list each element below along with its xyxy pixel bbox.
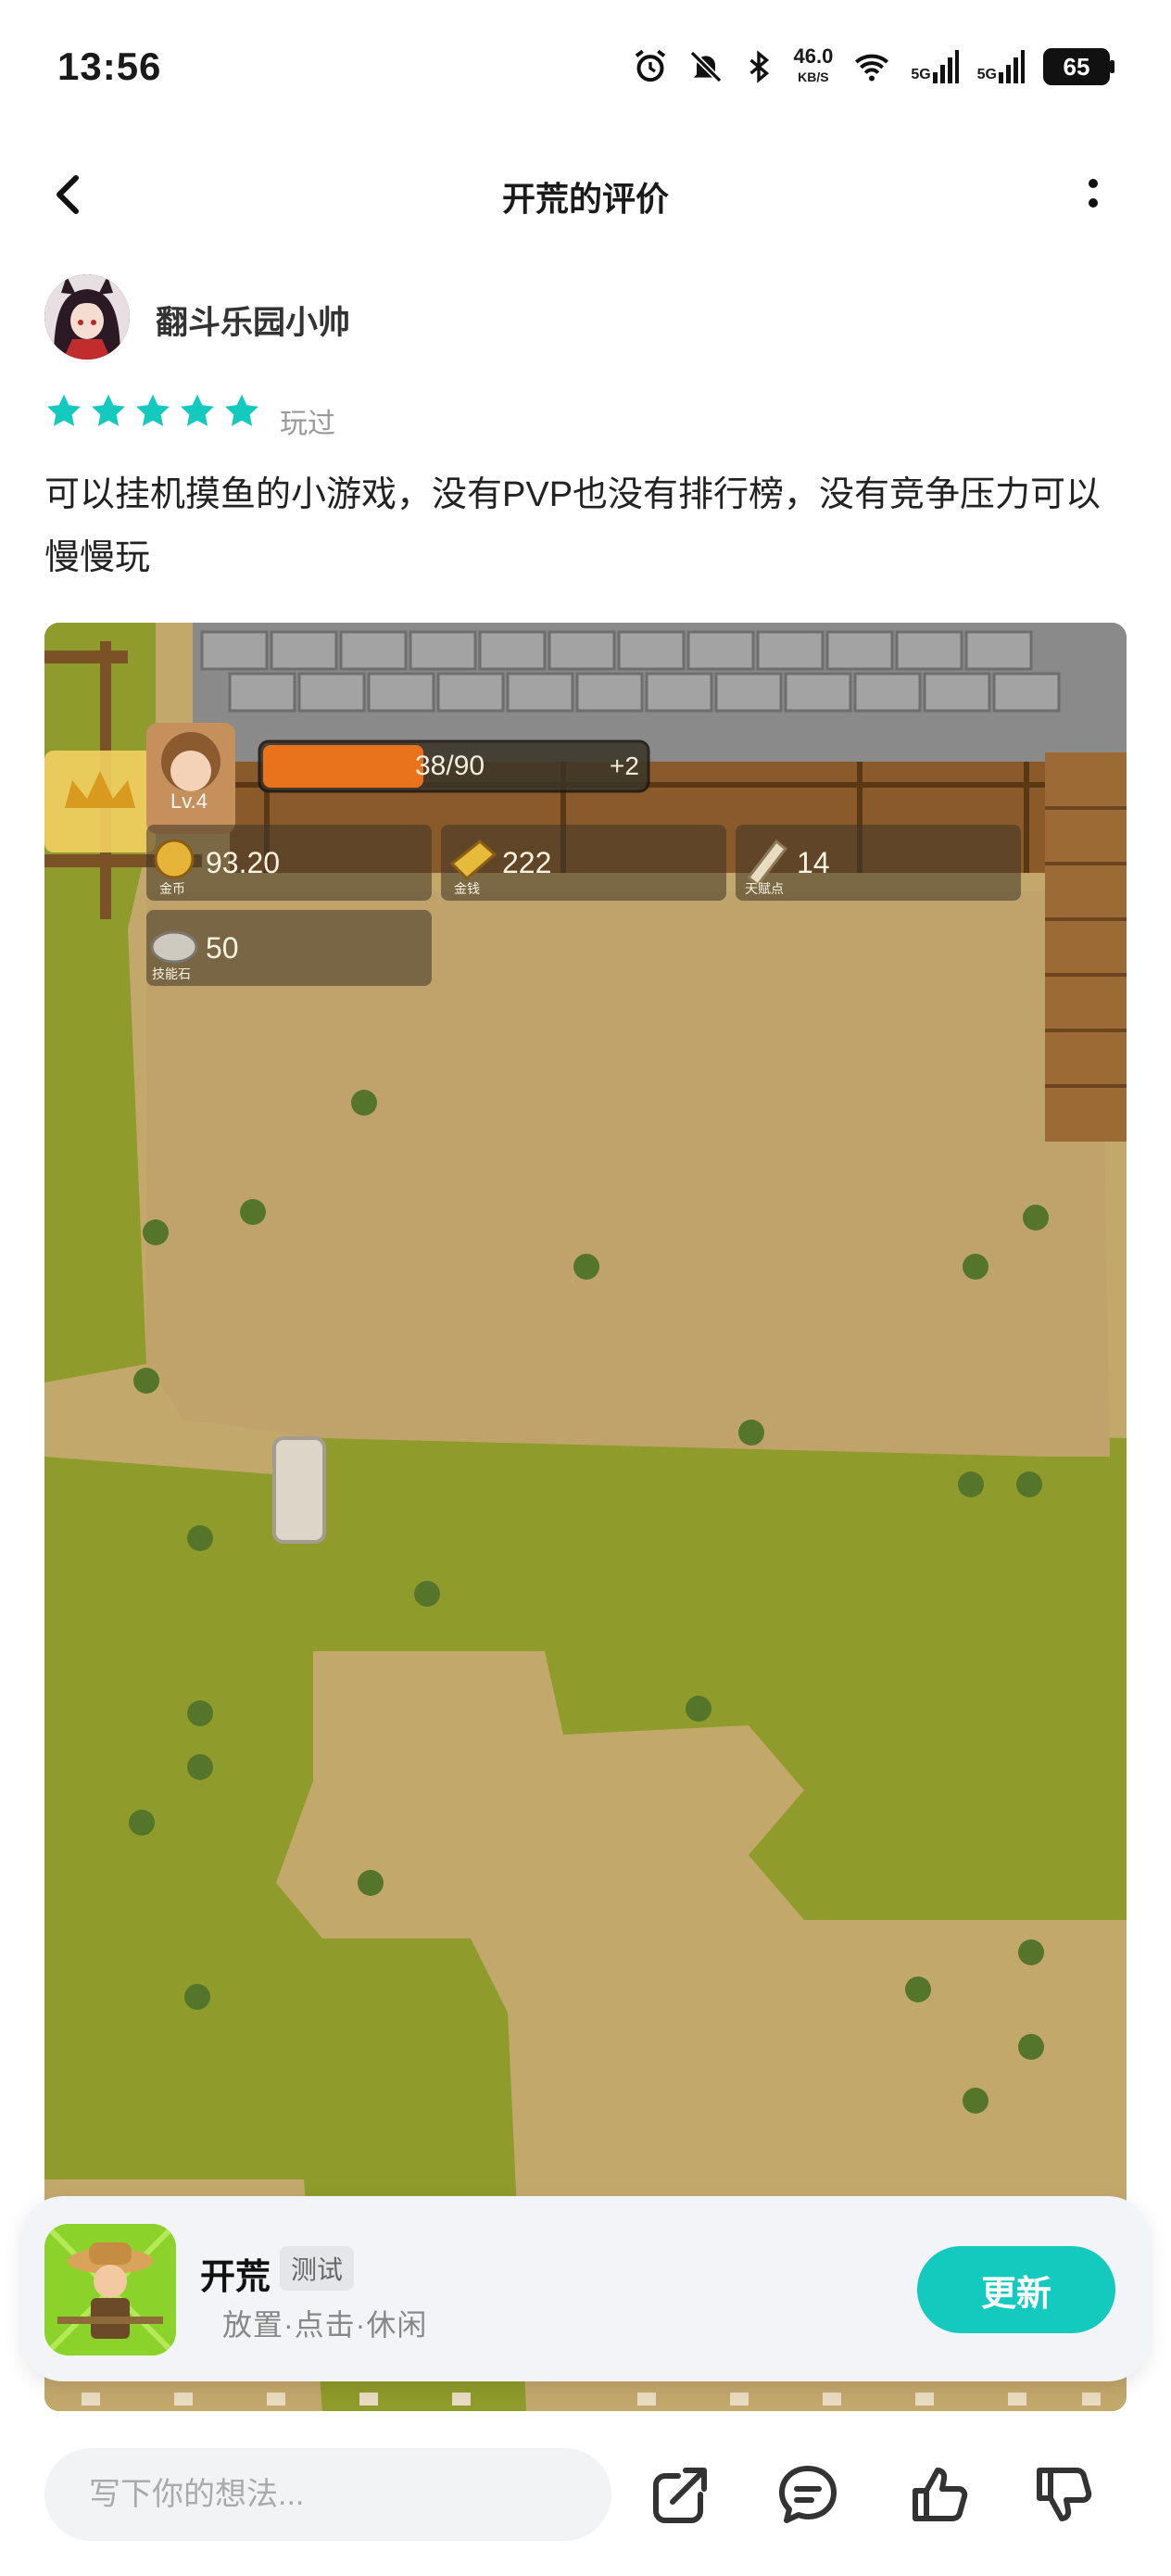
share-icon xyxy=(653,2468,707,2523)
like-button[interactable] xyxy=(904,2459,975,2530)
comment-bubble-icon xyxy=(779,2466,837,2523)
signal-2: 5G xyxy=(977,50,1025,83)
mute-bell-icon xyxy=(690,50,723,83)
gold-label: 金钱 xyxy=(454,881,480,896)
xp-text: 38/90 xyxy=(415,751,485,781)
avatar[interactable] xyxy=(44,274,130,360)
alarm-icon xyxy=(636,49,666,82)
thumbs-up-icon xyxy=(913,2468,968,2521)
wifi-icon xyxy=(855,54,889,82)
played-status: 玩过 xyxy=(280,409,335,439)
dislike-button[interactable] xyxy=(1028,2459,1099,2530)
app-icon[interactable] xyxy=(44,2224,176,2355)
comment-button[interactable] xyxy=(773,2459,843,2530)
app-name: 开荒 xyxy=(200,2258,271,2297)
talent-label: 天赋点 xyxy=(745,881,784,896)
coins-value: 93.20 xyxy=(206,846,280,879)
thumbs-down-icon xyxy=(1037,2468,1092,2521)
stone-label: 技能石 xyxy=(152,966,191,981)
rating-stars xyxy=(44,393,261,430)
star-icon xyxy=(225,394,258,426)
comment-input[interactable] xyxy=(44,2448,611,2541)
game-scene: Lv.4 38/90 +2 93.20 金币 222 金钱 14 天赋点 50 … xyxy=(44,623,1127,2411)
star-icon xyxy=(47,394,81,426)
more-options-button[interactable] xyxy=(1075,172,1112,219)
update-button[interactable]: 更新 xyxy=(917,2246,1115,2333)
talent-value: 14 xyxy=(797,846,830,879)
star-icon xyxy=(181,394,214,426)
gold-value: 222 xyxy=(502,846,551,879)
review-text: 可以挂机摸鱼的小游戏，没有PVP也没有排行榜，没有竞争压力可以慢慢玩 xyxy=(44,475,1102,577)
status-time: 13:56 xyxy=(57,44,162,88)
bluetooth-icon xyxy=(749,50,770,83)
reviewer-username[interactable]: 翻斗乐园小帅 xyxy=(156,297,350,344)
xp-bar-fill xyxy=(263,745,423,788)
test-badge: 测试 xyxy=(280,2246,355,2291)
player-level: Lv.4 xyxy=(170,789,208,813)
net-speed: 46.0 KB/S xyxy=(793,44,834,85)
share-button[interactable] xyxy=(645,2459,715,2530)
review-screenshot[interactable]: Lv.4 38/90 +2 93.20 金币 222 金钱 14 天赋点 50 … xyxy=(44,623,1127,2411)
stone-value: 50 xyxy=(206,931,239,965)
star-icon xyxy=(92,394,125,426)
status-bar: 13:56 46.0 KB/S 5G 5G 65 xyxy=(0,0,1171,139)
app-tags: 放置·点击·休闲 xyxy=(222,2308,428,2342)
battery-indicator: 65 xyxy=(1043,48,1114,85)
signal-1: 5G xyxy=(911,50,959,83)
more-vertical-icon xyxy=(1089,179,1098,208)
status-icons: 46.0 KB/S 5G 5G 65 xyxy=(632,44,1114,87)
star-icon xyxy=(136,394,170,426)
xp-plus: +2 xyxy=(610,751,639,780)
coins-label: 金币 xyxy=(159,881,185,896)
page-title: 开荒的评价 xyxy=(501,180,669,218)
